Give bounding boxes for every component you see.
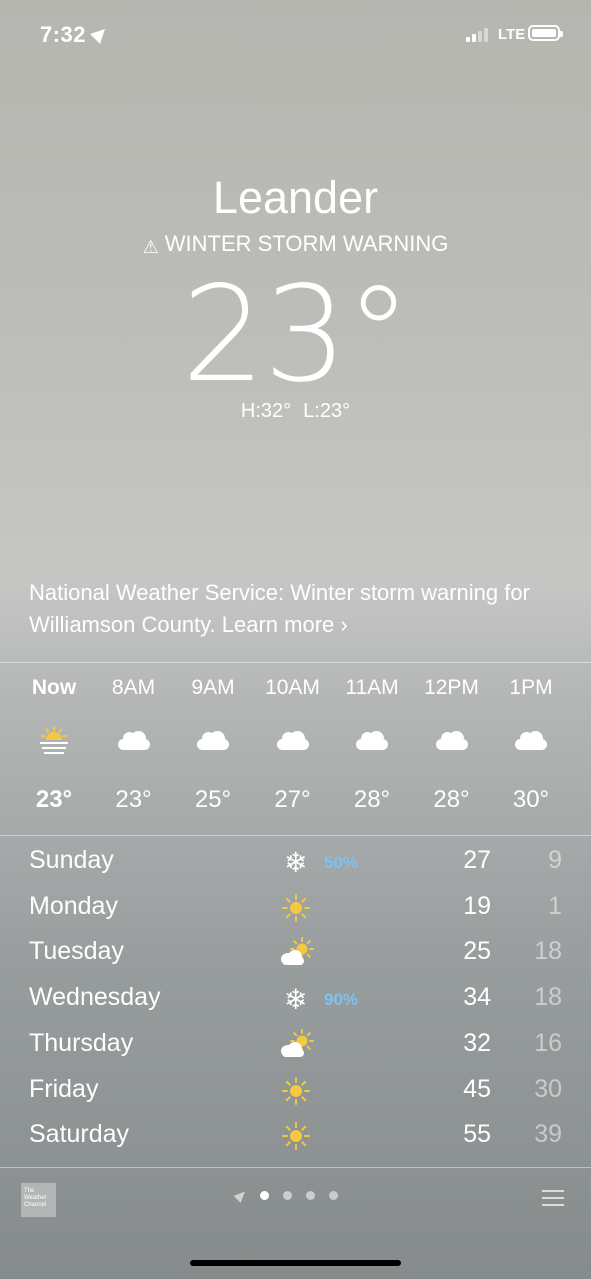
cloud-icon xyxy=(94,730,174,760)
day-name: Monday xyxy=(29,891,118,920)
daily-row: Sunday ❄ 50% 27 9 xyxy=(0,840,591,886)
day-name: Sunday xyxy=(29,846,114,874)
hourly-time: 10AM xyxy=(265,676,320,699)
hourly-temp: 27° xyxy=(274,786,311,813)
high-temp: 27 xyxy=(463,846,491,874)
hourly-time: 9AM xyxy=(191,676,235,699)
hourly-forecast[interactable]: Now 23° 8AM 23° 9AM 25° 10AM 27° 11AM 28° 12PM 28° 1… xyxy=(0,664,591,834)
location-arrow-icon xyxy=(233,1188,249,1203)
low-temp: 30 xyxy=(534,1074,562,1103)
hourly-temp: 23° xyxy=(35,786,73,813)
hourly-time: 11AM xyxy=(345,676,399,699)
cloud-icon xyxy=(571,730,591,760)
hourly-temp: 28° xyxy=(353,786,391,813)
high-temp: 45 xyxy=(463,1074,491,1103)
hourly-time: 1PM xyxy=(509,676,553,699)
city-name: Leander xyxy=(212,172,379,223)
cloud-icon xyxy=(332,730,412,760)
day-name: Friday xyxy=(29,1074,99,1103)
daily-row: Friday 45 30 xyxy=(0,1069,591,1115)
high-temp: H:32° xyxy=(240,400,292,422)
warning-text: WINTER STORM WARNING xyxy=(164,231,449,256)
day-name: Saturday xyxy=(29,1120,130,1149)
page-indicator[interactable] xyxy=(233,1188,338,1203)
low-temp: 16 xyxy=(534,1028,562,1057)
low-temp: 9 xyxy=(548,846,562,874)
low-temp: 39 xyxy=(534,1120,562,1149)
cloud-icon xyxy=(173,730,253,760)
hourly-temp: 25° xyxy=(194,786,232,813)
cloud-icon xyxy=(491,730,571,760)
hourly-temp: 23° xyxy=(115,786,152,813)
high-temp: 34 xyxy=(463,983,491,1012)
day-name: Wednesday xyxy=(29,983,161,1012)
day-name: Thursday xyxy=(29,1028,134,1057)
page-dot[interactable] xyxy=(306,1191,315,1200)
home-indicator[interactable] xyxy=(190,1260,401,1266)
snow-icon: ❄ xyxy=(284,983,308,1017)
page-dot[interactable] xyxy=(329,1191,338,1200)
hourly-time: 12PM xyxy=(424,676,479,699)
sunrise-icon xyxy=(14,726,94,760)
warning-icon: ⚠ xyxy=(142,237,159,257)
low-temp: 1 xyxy=(548,891,562,920)
daily-row: Monday 19 1 xyxy=(0,886,591,932)
bottom-bar: The Weather Channel xyxy=(0,1168,591,1279)
sun-icon xyxy=(278,1075,314,1107)
current-temperature: 23° xyxy=(181,258,412,412)
cloud-icon xyxy=(253,730,333,760)
low-temp: L:23° xyxy=(303,400,351,422)
precip-chance: 50% xyxy=(324,853,359,872)
cloud-icon xyxy=(412,730,492,760)
list-icon[interactable] xyxy=(542,1190,564,1208)
weather-warning[interactable]: ⚠ WINTER STORM WARNING xyxy=(0,231,591,258)
hourly-temp: 28° xyxy=(433,786,470,813)
divider xyxy=(0,662,591,663)
network-type: LTE xyxy=(498,26,526,43)
hourly-time: 8AM xyxy=(111,676,156,699)
high-temp: 32 xyxy=(463,1028,491,1057)
hourly-temp: 3 xyxy=(571,786,591,814)
high-temp: 25 xyxy=(463,937,491,966)
high-temp: 19 xyxy=(463,891,491,920)
hourly-time: Now xyxy=(31,676,77,699)
partly-cloudy-icon xyxy=(278,1028,314,1061)
hourly-temp: 30° xyxy=(512,786,550,813)
high-low-temps: H:32° L:23° xyxy=(0,400,591,423)
high-temp: 55 xyxy=(463,1120,491,1149)
status-time: 7:32 xyxy=(40,22,87,47)
hourly-time: 2 xyxy=(571,676,591,700)
sun-icon xyxy=(278,892,314,924)
daily-row: Tuesday 25 18 xyxy=(0,931,591,977)
location-arrow-icon xyxy=(90,24,110,44)
daily-row: Saturday 55 39 xyxy=(0,1114,591,1160)
precip-chance: 90% xyxy=(324,990,359,1010)
nws-alert-link[interactable]: National Weather Service: Winter storm w… xyxy=(29,577,569,641)
low-temp: 18 xyxy=(534,983,562,1012)
cellular-signal-icon xyxy=(466,28,488,42)
battery-icon xyxy=(528,25,563,41)
sun-icon xyxy=(278,1120,314,1152)
page-dot[interactable] xyxy=(283,1191,292,1200)
partly-cloudy-icon xyxy=(278,937,314,969)
snow-icon: ❄ xyxy=(284,846,308,879)
low-temp: 18 xyxy=(534,937,562,966)
day-name: Tuesday xyxy=(29,937,124,966)
daily-row: Thursday 32 16 xyxy=(0,1023,591,1069)
divider xyxy=(0,835,591,836)
weather-channel-logo[interactable]: The Weather Channel xyxy=(21,1183,56,1217)
daily-row: Wednesday ❄ 90% 34 18 xyxy=(0,977,591,1023)
status-bar: 7:32 LTE xyxy=(0,0,591,70)
page-dot[interactable] xyxy=(260,1191,269,1200)
